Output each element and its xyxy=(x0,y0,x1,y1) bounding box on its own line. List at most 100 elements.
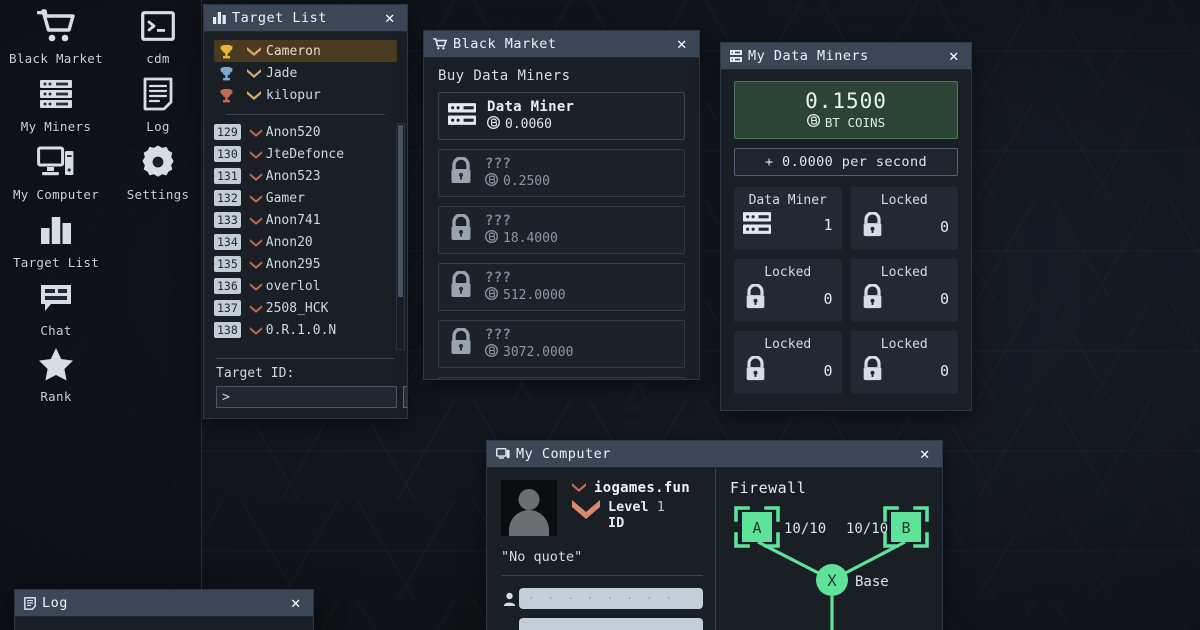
close-icon[interactable]: ✕ xyxy=(286,593,306,613)
svg-text:A: A xyxy=(752,519,761,537)
dock-item-my-miners[interactable]: My Miners xyxy=(8,72,104,134)
dock-item-log[interactable]: Log xyxy=(110,72,206,134)
profile-info: iogames.fun Level 1 ID xyxy=(569,480,703,536)
miner-cell-count: 0 xyxy=(939,362,949,380)
market-item-price: 0.2500 xyxy=(484,172,550,190)
target-list-window[interactable]: Target List ✕ Cameron Jade kilopur 129 A… xyxy=(203,4,408,419)
market-item-price: 512.0000 xyxy=(484,286,566,304)
rank-chevron-icon xyxy=(571,480,587,496)
close-icon[interactable]: ✕ xyxy=(944,46,964,66)
dock-item-my-computer[interactable]: My Computer xyxy=(8,140,104,202)
market-item-locked[interactable]: ??? 25600.0000 xyxy=(438,377,685,379)
target-name: Anon520 xyxy=(265,124,321,140)
dock-item-black-market[interactable]: Black Market xyxy=(8,4,104,66)
top-player-row[interactable]: kilopur xyxy=(214,84,397,106)
scrollbar-thumb[interactable] xyxy=(398,125,403,297)
list-item[interactable]: 131 Anon523 xyxy=(214,165,397,187)
list-item[interactable]: 134 Anon20 xyxy=(214,231,397,253)
cart-icon xyxy=(33,4,79,48)
scrollbar-track[interactable] xyxy=(396,123,405,350)
rank-chevron-icon xyxy=(246,282,266,291)
rank-chevron-icon xyxy=(246,238,266,247)
top-player-row[interactable]: Cameron xyxy=(214,40,397,62)
target-name: Anon295 xyxy=(265,256,321,272)
dock-item-target-list[interactable]: Target List xyxy=(8,208,104,270)
target-number: 137 xyxy=(214,300,241,316)
dock-item-chat[interactable]: Chat xyxy=(8,276,104,338)
miner-cell-label: Locked xyxy=(880,265,928,280)
target-name: JteDefonce xyxy=(265,146,345,162)
miner-cell-locked[interactable]: Locked 0 xyxy=(734,331,842,394)
target-number: 135 xyxy=(214,256,241,272)
coin-label-row: BT COINS xyxy=(739,113,953,130)
my-computer-titlebar[interactable]: My Computer ✕ xyxy=(487,441,942,468)
target-name: overlol xyxy=(265,278,321,294)
miner-cell-data-miner[interactable]: Data Miner 1 xyxy=(734,187,842,250)
lock-icon xyxy=(743,355,768,386)
miner-cell-locked[interactable]: Locked 0 xyxy=(850,331,958,394)
dock-item-cdm[interactable]: cdm xyxy=(110,4,206,66)
my-data-miners-window[interactable]: My Data Miners ✕ 0.1500 BT COINS + 0.000… xyxy=(720,42,972,411)
miner-cell-row: 0 xyxy=(860,283,949,314)
price-value: 512.0000 xyxy=(503,288,566,303)
list-item[interactable]: 133 Anon741 xyxy=(214,209,397,231)
miner-cell-row: 0 xyxy=(743,355,833,386)
bronze-trophy-icon xyxy=(220,88,242,103)
chat-bubble-icon xyxy=(33,276,79,320)
list-item[interactable]: 136 overlol xyxy=(214,275,397,297)
miner-cell-label: Locked xyxy=(880,193,928,208)
document-icon xyxy=(135,72,181,116)
rank-chevron-icon xyxy=(246,304,266,313)
server-rack-icon xyxy=(743,212,771,238)
log-title: Log xyxy=(42,595,68,611)
target-list-titlebar[interactable]: Target List ✕ xyxy=(204,5,407,32)
list-item[interactable]: 137 2508_HCK xyxy=(214,297,397,319)
market-item-locked[interactable]: ??? 512.0000 xyxy=(438,263,685,311)
chat-bubble-second[interactable] xyxy=(519,618,703,630)
miner-cell-row: 0 xyxy=(743,283,833,314)
my-computer-window[interactable]: My Computer ✕ iogames.fun Level 1 ID "No… xyxy=(486,440,943,630)
profile-quote: "No quote" xyxy=(501,549,583,565)
firewall-node-b-hp: 10/10 xyxy=(846,521,888,537)
avatar[interactable] xyxy=(501,480,557,536)
market-item-price: 18.4000 xyxy=(484,229,558,247)
silver-trophy-icon xyxy=(220,66,242,81)
black-market-titlebar[interactable]: Black Market ✕ xyxy=(424,31,699,58)
my-data-miners-titlebar[interactable]: My Data Miners ✕ xyxy=(721,43,971,70)
close-icon[interactable]: ✕ xyxy=(915,444,935,464)
market-item-locked[interactable]: ??? 0.2500 xyxy=(438,149,685,197)
rank-chevron-icon xyxy=(246,260,266,269)
miner-cell-locked[interactable]: Locked 0 xyxy=(734,259,842,322)
market-item-text: ??? 0.2500 xyxy=(484,156,550,190)
list-item[interactable]: 129 Anon520 xyxy=(214,121,397,143)
market-item-locked[interactable]: ??? 18.4000 xyxy=(438,206,685,254)
dock-item-rank[interactable]: Rank xyxy=(8,342,104,404)
market-item-locked[interactable]: ??? 3072.0000 xyxy=(438,320,685,368)
miner-cell-locked[interactable]: Locked 0 xyxy=(850,259,958,322)
chat-bubble-placeholder[interactable]: · · · · · · · · · · · · · · · · · · xyxy=(519,588,703,609)
target-id-input[interactable] xyxy=(216,386,397,408)
black-market-window[interactable]: Black Market ✕ Buy Data Miners Data Mine… xyxy=(423,30,700,380)
lock-icon xyxy=(448,327,474,360)
log-titlebar[interactable]: Log ✕ xyxy=(15,590,313,617)
dock-label: Rank xyxy=(40,389,72,404)
close-icon[interactable]: ✕ xyxy=(380,8,400,28)
level-value: 1 xyxy=(656,499,665,515)
list-item[interactable]: 130 JteDefonce xyxy=(214,143,397,165)
top-player-row[interactable]: Jade xyxy=(214,62,397,84)
dock-label: Black Market xyxy=(9,51,103,66)
firewall-diagram[interactable]: A 10/10 B 10/10 X Base xyxy=(724,504,939,630)
miner-cell-locked[interactable]: Locked 0 xyxy=(850,187,958,250)
log-window[interactable]: Log ✕ xyxy=(14,589,314,630)
market-item-data-miner[interactable]: Data Miner 0.0060 xyxy=(438,92,685,140)
list-item[interactable]: 135 Anon295 xyxy=(214,253,397,275)
go-button[interactable]: Go xyxy=(403,386,407,408)
list-item[interactable]: 132 Gamer xyxy=(214,187,397,209)
close-icon[interactable]: ✕ xyxy=(672,34,692,54)
price-value: 18.4000 xyxy=(503,231,558,246)
miner-cell-label: Locked xyxy=(880,337,928,352)
bitcoin-icon xyxy=(806,113,820,130)
list-item[interactable]: 138 0.R.1.0.N xyxy=(214,319,397,341)
dock-item-settings[interactable]: Settings xyxy=(110,140,206,202)
target-scroll-area[interactable]: 129 Anon520 130 JteDefonce 131 Anon523 1… xyxy=(204,121,407,352)
